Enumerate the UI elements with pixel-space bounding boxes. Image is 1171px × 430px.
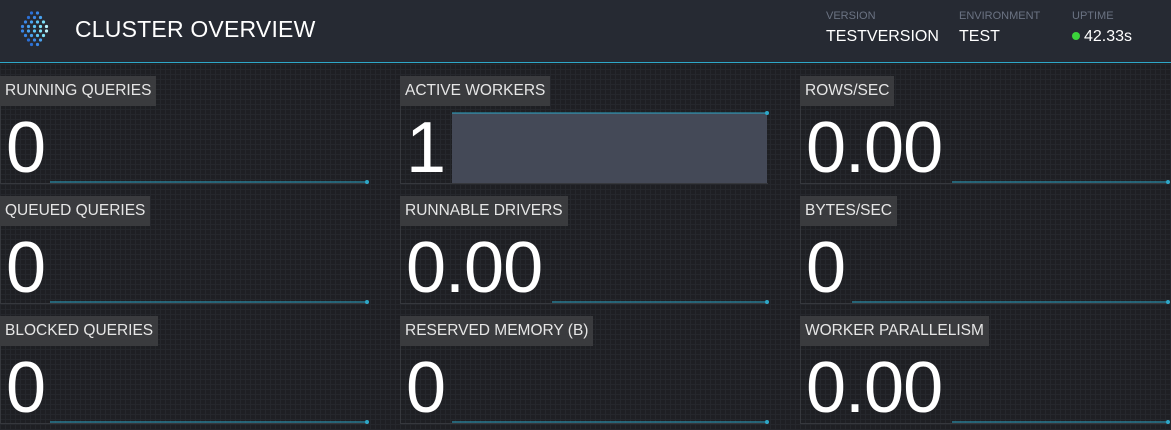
sparkline-chart[interactable] — [452, 349, 770, 424]
tile-value: 0 — [406, 348, 446, 428]
tile-worker-parallelism: WORKER PARALLELISM 0.00 — [800, 304, 1170, 424]
tile-value: 1 — [406, 108, 446, 188]
metrics-grid: RUNNING QUERIES 0 ACTIVE WORKERS 1 ROWS/… — [0, 64, 1171, 430]
tile-label: RUNNING QUERIES — [0, 76, 157, 106]
uptime-row: 42.33s — [1072, 27, 1132, 47]
tile-reserved-memory: RESERVED MEMORY (B) 0 — [400, 304, 770, 424]
environment-label: ENVIRONMENT — [959, 10, 1041, 22]
environment-value: TEST — [959, 28, 1000, 45]
tile-value: 0.00 — [406, 228, 543, 308]
tile-label: BYTES/SEC — [800, 196, 897, 226]
uptime-value: 42.33s — [1084, 28, 1133, 45]
tile-value: 0.00 — [806, 348, 943, 428]
sparkline-chart[interactable] — [452, 109, 770, 183]
tile-label: ACTIVE WORKERS — [400, 76, 551, 106]
uptime-label: UPTIME — [1072, 10, 1114, 22]
tile-rows-per-sec: ROWS/SEC 0.00 — [800, 64, 1170, 184]
version-value: TESTVERSION — [826, 28, 939, 45]
tile-value: 0 — [6, 108, 46, 188]
tile-label: QUEUED QUERIES — [0, 196, 151, 226]
tile-label: RESERVED MEMORY (B) — [400, 316, 594, 346]
tile-value: 0 — [6, 348, 46, 428]
version-info: VERSION TESTVERSION — [826, 10, 939, 47]
sparkline-chart[interactable] — [50, 349, 370, 424]
tile-active-workers: ACTIVE WORKERS 1 — [400, 64, 770, 184]
tile-blocked-queries: BLOCKED QUERIES 0 — [0, 304, 370, 424]
page-title: CLUSTER OVERVIEW — [75, 16, 316, 42]
presto-logo-icon — [20, 11, 49, 47]
tile-runnable-drivers: RUNNABLE DRIVERS 0.00 — [400, 184, 770, 304]
tile-running-queries: RUNNING QUERIES 0 — [0, 64, 370, 184]
version-label: VERSION — [826, 10, 876, 22]
tile-bytes-per-sec: BYTES/SEC 0 — [800, 184, 1170, 304]
sparkline-chart[interactable] — [952, 349, 1170, 424]
status-dot-icon — [1072, 32, 1080, 40]
tile-value: 0 — [806, 228, 846, 308]
sparkline-chart[interactable] — [552, 229, 770, 304]
tile-queued-queries: QUEUED QUERIES 0 — [0, 184, 370, 304]
tile-label: BLOCKED QUERIES — [0, 316, 159, 346]
tile-label: ROWS/SEC — [800, 76, 895, 106]
sparkline-chart[interactable] — [952, 109, 1170, 184]
tile-value: 0 — [6, 228, 46, 308]
tile-value: 0.00 — [806, 108, 943, 188]
sparkline-chart[interactable] — [50, 229, 370, 304]
header-bar: CLUSTER OVERVIEW VERSION TESTVERSION ENV… — [0, 0, 1171, 63]
uptime-info: UPTIME 42.33s — [1072, 10, 1132, 47]
sparkline-chart[interactable] — [50, 109, 370, 184]
sparkline-chart[interactable] — [852, 229, 1170, 304]
environment-info: ENVIRONMENT TEST — [959, 10, 1040, 47]
tile-label: RUNNABLE DRIVERS — [400, 196, 568, 226]
tile-label: WORKER PARALLELISM — [800, 316, 989, 346]
